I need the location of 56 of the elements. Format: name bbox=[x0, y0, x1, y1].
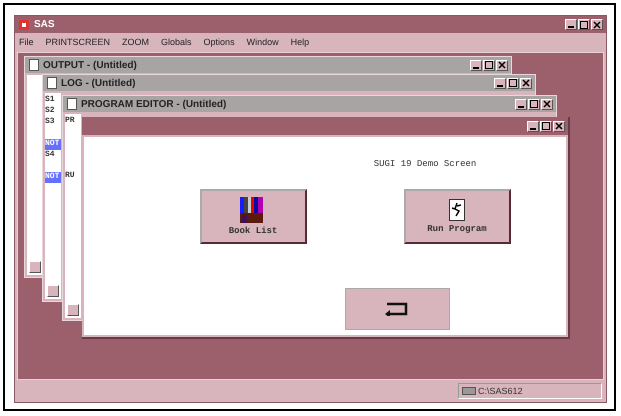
runner-icon bbox=[449, 199, 465, 221]
minimize-icon bbox=[497, 84, 503, 86]
scroll-button[interactable] bbox=[47, 285, 59, 297]
log-line: S1 bbox=[45, 95, 56, 106]
minimize-button[interactable] bbox=[494, 78, 506, 88]
document-icon bbox=[46, 77, 58, 89]
minimize-icon bbox=[473, 66, 479, 68]
log-line: S2 bbox=[45, 106, 56, 117]
close-button[interactable] bbox=[496, 60, 508, 70]
maximize-button[interactable] bbox=[578, 19, 590, 30]
maximize-button[interactable] bbox=[483, 60, 495, 70]
minimize-button[interactable] bbox=[470, 60, 482, 70]
scroll-button[interactable] bbox=[67, 304, 79, 316]
return-button[interactable] bbox=[344, 288, 450, 330]
close-button[interactable] bbox=[553, 120, 565, 132]
maximize-button[interactable] bbox=[528, 98, 540, 110]
drive-icon bbox=[462, 387, 476, 395]
close-button[interactable] bbox=[520, 78, 532, 88]
book-list-button[interactable]: Book List bbox=[200, 189, 306, 244]
log-line: S3 bbox=[45, 117, 56, 128]
menu-item[interactable]: Options bbox=[204, 36, 235, 46]
menu-item[interactable]: Help bbox=[290, 36, 310, 46]
status-path: C:\SAS612 bbox=[478, 386, 523, 396]
log-line: RU bbox=[65, 171, 76, 182]
minimize-button[interactable] bbox=[515, 98, 527, 110]
return-arrow-icon bbox=[384, 302, 410, 316]
child-title-bar[interactable]: LOG - (Untitled) bbox=[43, 75, 535, 91]
minimize-icon bbox=[518, 106, 524, 108]
close-button[interactable] bbox=[591, 19, 603, 30]
run-program-button[interactable]: Run Program bbox=[404, 189, 510, 244]
menu-item[interactable]: File bbox=[19, 36, 34, 46]
minimize-button[interactable] bbox=[527, 120, 539, 132]
menu-item[interactable]: PRINTSCREEN bbox=[46, 36, 110, 46]
child-title-bar[interactable]: OUTPUT - (Untitled) bbox=[25, 57, 511, 73]
document-icon bbox=[28, 59, 40, 71]
menu-item[interactable]: Window bbox=[246, 36, 279, 46]
close-button[interactable] bbox=[541, 98, 553, 110]
maximize-button[interactable] bbox=[507, 78, 519, 88]
maximize-button[interactable] bbox=[540, 120, 552, 132]
child-window-title: OUTPUT - (Untitled) bbox=[43, 60, 137, 70]
menu-item[interactable]: Globals bbox=[161, 36, 192, 46]
log-line: PR bbox=[65, 116, 76, 127]
window-title: SAS bbox=[34, 19, 55, 30]
child-window-title: PROGRAM EDITOR - (Untitled) bbox=[81, 98, 226, 110]
menu-item[interactable]: ZOOM bbox=[122, 36, 150, 46]
minimize-icon bbox=[530, 128, 536, 130]
minimize-icon bbox=[568, 26, 574, 28]
screen-heading: SUGI 19 Demo Screen bbox=[374, 159, 476, 169]
minimize-button[interactable] bbox=[565, 19, 577, 30]
child-title-bar[interactable]: PROGRAM EDITOR - (Untitled) bbox=[63, 96, 556, 112]
app-icon bbox=[18, 18, 30, 30]
log-line: S4 bbox=[45, 150, 56, 161]
books-icon bbox=[240, 197, 266, 223]
document-icon bbox=[66, 98, 78, 110]
child-window-title: LOG - (Untitled) bbox=[61, 78, 136, 88]
scroll-button[interactable] bbox=[29, 261, 41, 273]
